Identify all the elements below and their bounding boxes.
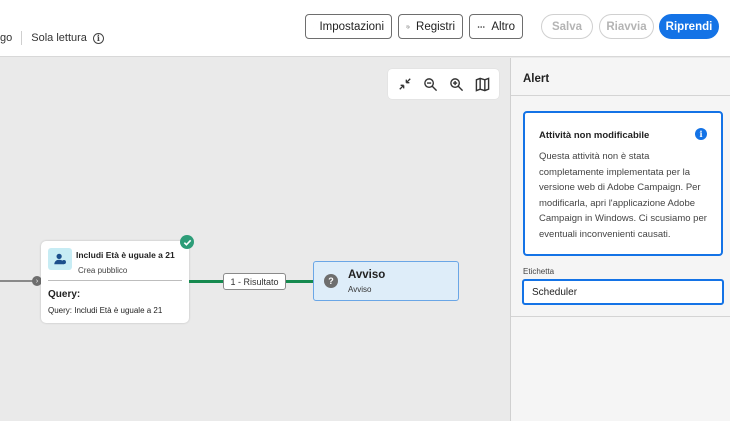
more-label: Altro	[491, 20, 515, 33]
incoming-connector	[0, 280, 36, 282]
question-icon: ?	[324, 274, 338, 288]
label-field[interactable]	[522, 279, 724, 305]
top-bar: go Sola lettura i Impostazioni Registri	[0, 0, 730, 57]
info-icon[interactable]: i	[92, 32, 104, 44]
zoom-in-icon[interactable]	[445, 73, 467, 95]
audience-icon	[48, 248, 72, 270]
map-icon[interactable]	[471, 73, 493, 95]
truncated-title-fragment: go	[0, 32, 13, 44]
more-icon	[477, 25, 485, 28]
query-prefix: Query:	[48, 306, 73, 315]
query-summary: Query: Includi Età è uguale a 21	[48, 306, 162, 315]
label-field-label: Etichetta	[523, 267, 555, 276]
more-button[interactable]: Altro	[469, 14, 523, 39]
workflow-canvas[interactable]: › Includi Età è uguale a 21 Crea pubblic…	[0, 58, 510, 421]
transition-label[interactable]: 1 - Risultato	[223, 273, 286, 290]
collapse-icon[interactable]	[394, 73, 416, 95]
settings-label: Impostazioni	[319, 20, 384, 33]
audience-node[interactable]: Includi Età è uguale a 21 Crea pubblico …	[41, 241, 189, 323]
logs-label: Registri	[416, 20, 455, 33]
audience-node-title: Includi Età è uguale a 21	[76, 250, 175, 260]
properties-panel: Alert Attività non modificabile i Questa…	[510, 58, 730, 421]
alert-node-title: Avviso	[348, 269, 386, 281]
panel-divider	[511, 95, 730, 96]
panel-divider	[511, 316, 730, 317]
divider	[21, 31, 23, 45]
resume-button[interactable]: Riprendi	[659, 14, 719, 39]
notice-title: Attività non modificabile	[539, 130, 650, 141]
zoom-out-icon[interactable]	[420, 73, 442, 95]
query-heading: Query:	[48, 289, 81, 300]
audience-node-subtitle: Crea pubblico	[78, 266, 128, 275]
alert-node[interactable]: ? Avviso Avviso	[313, 261, 459, 301]
panel-title: Alert	[523, 73, 550, 85]
info-notice: Attività non modificabile i Questa attiv…	[523, 111, 723, 256]
alert-node-subtitle: Avviso	[348, 285, 372, 294]
workflow-info: go Sola lettura i	[0, 30, 104, 46]
read-only-label: Sola lettura	[31, 32, 87, 44]
info-icon: i	[695, 128, 707, 140]
restart-button[interactable]: Riavvia	[599, 14, 654, 39]
zoom-toolbar	[388, 69, 499, 99]
logs-button[interactable]: Registri	[398, 14, 463, 39]
save-button[interactable]: Salva	[541, 14, 593, 39]
success-check-icon	[180, 235, 194, 249]
history-icon	[406, 25, 410, 28]
query-value: Includi Età è uguale a 21	[74, 306, 163, 315]
node-divider	[48, 280, 182, 281]
notice-body: Questa attività non è stata completament…	[539, 151, 707, 240]
settings-button[interactable]: Impostazioni	[305, 14, 392, 39]
